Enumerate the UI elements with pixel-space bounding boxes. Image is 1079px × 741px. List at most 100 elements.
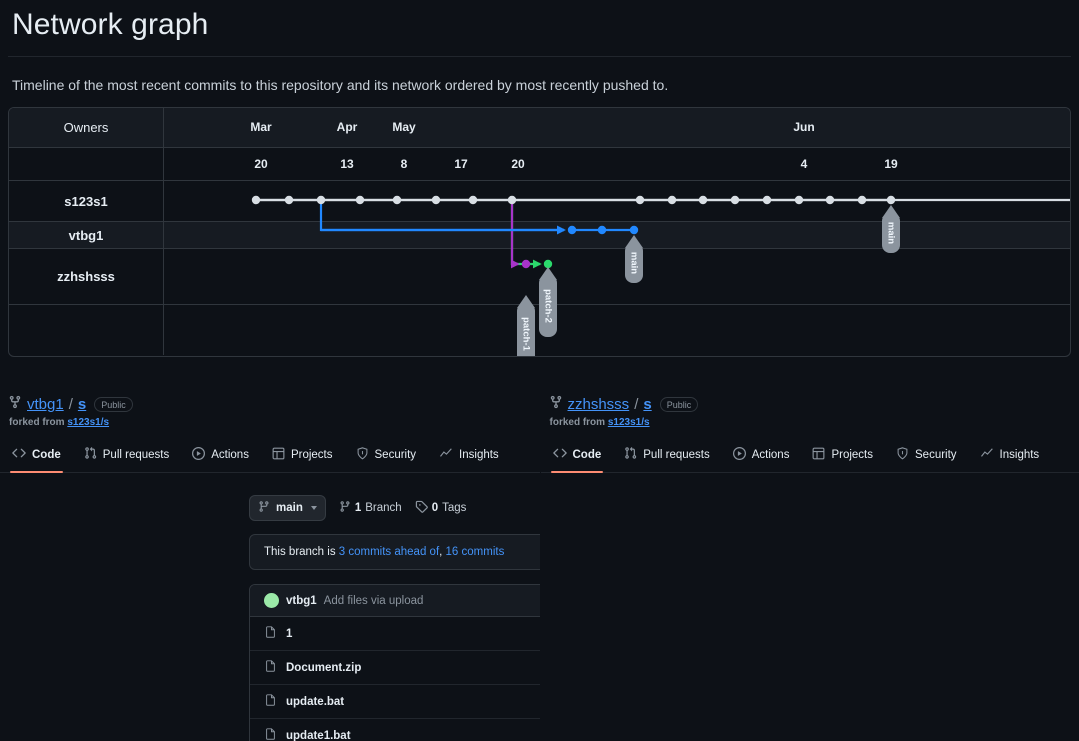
owner-name[interactable]: s123s1 xyxy=(9,181,164,221)
branch-icon xyxy=(339,500,351,516)
forked-from: forked from s123s1/s xyxy=(549,417,1072,428)
month-label: Jun xyxy=(793,120,815,134)
play-icon xyxy=(732,447,746,463)
tab-label: Projects xyxy=(290,449,333,461)
owners-column-header: Owners xyxy=(9,108,164,147)
tab-label: Insights xyxy=(999,449,1040,461)
file-row[interactable]: 1 xyxy=(250,617,540,651)
file-icon xyxy=(264,625,277,642)
owner-row-s123s1: s123s1 xyxy=(9,181,1070,222)
repo-separator: / xyxy=(634,395,639,413)
graph-icon xyxy=(439,447,453,463)
owner-name[interactable]: vtbg1 xyxy=(9,222,164,248)
network-graph-section: Network graph Timeline of the most recen… xyxy=(0,0,1079,357)
shield-icon xyxy=(356,447,369,463)
page-description: Timeline of the most recent commits to t… xyxy=(12,77,669,93)
month-label: Apr xyxy=(336,120,358,134)
file-row[interactable]: Document.zip xyxy=(250,651,540,685)
branch-selector-button[interactable]: main xyxy=(249,495,326,521)
banner-link-1[interactable]: 3 commits ahead of xyxy=(339,546,439,558)
file-row[interactable]: update1.bat xyxy=(250,719,540,741)
owner-row-empty xyxy=(9,305,1070,355)
forked-from-link[interactable]: s123s1/s xyxy=(67,417,109,428)
code-icon xyxy=(552,446,567,463)
tab-pull-requests[interactable]: Pull requests xyxy=(622,442,711,472)
tab-code[interactable]: Code xyxy=(10,442,63,473)
tab-label: Actions xyxy=(751,449,790,461)
tab-label: Code xyxy=(32,448,61,461)
owner-name[interactable]: zzhshsss xyxy=(9,249,164,304)
code-icon xyxy=(12,446,26,463)
tab-projects[interactable]: Projects xyxy=(270,443,335,472)
owner-track xyxy=(164,249,1070,304)
repo-nav: Code Pull requests Actions Projects Secu… xyxy=(0,442,540,473)
tag-count-label: Tags xyxy=(442,502,467,514)
owner-row-zzhshsss: zzhshsss xyxy=(9,249,1070,305)
tab-pull-requests[interactable]: Pull requests xyxy=(82,442,171,472)
commit-message[interactable]: Add files via upload xyxy=(324,595,424,607)
month-label: May xyxy=(392,120,416,134)
owner-track xyxy=(164,305,1070,355)
tab-actions[interactable]: Actions xyxy=(731,443,792,472)
branch-count-value: 1 xyxy=(354,502,362,514)
tab-label: Insights xyxy=(459,449,499,461)
chevron-down-icon xyxy=(310,506,317,510)
play-icon xyxy=(192,447,206,463)
day-label: 20 xyxy=(254,157,268,171)
repo-owner-link[interactable]: zzhshsss xyxy=(568,396,630,413)
branch-controls: main 1 Branch 0 Tags xyxy=(249,495,540,521)
repo-name-link[interactable]: s xyxy=(78,396,86,413)
tab-security[interactable]: Security xyxy=(354,443,419,472)
file-name: update1.bat xyxy=(286,729,351,741)
file-name: update.bat xyxy=(286,695,345,708)
pull-request-icon xyxy=(84,446,97,463)
file-row[interactable]: update.bat xyxy=(250,685,540,719)
fork-icon xyxy=(8,394,22,414)
forked-from-label: forked from xyxy=(9,417,65,428)
visibility-badge: Public xyxy=(94,396,133,412)
page-title: Network graph xyxy=(12,8,209,41)
month-axis: Mar Apr May Jun xyxy=(164,108,1070,147)
banner-link-2[interactable]: 16 commits xyxy=(446,546,505,558)
day-label: 17 xyxy=(454,157,468,171)
repo-separator: / xyxy=(68,395,73,413)
day-label: 19 xyxy=(884,157,898,171)
visibility-badge: Public xyxy=(659,396,699,412)
forked-from: forked from s123s1/s xyxy=(8,417,532,428)
repo-title: zzhshsss / s Public xyxy=(549,394,1072,414)
repo-main: main 1 Branch 0 Tags This branch is 3 co… xyxy=(0,473,540,741)
tab-code[interactable]: Code xyxy=(550,442,604,473)
file-icon xyxy=(264,659,277,676)
day-label: 8 xyxy=(400,157,408,171)
latest-commit-row: vtbg1 Add files via upload xyxy=(250,585,540,617)
forked-from-link[interactable]: s123s1/s xyxy=(608,417,650,428)
repo-panel-zzhshsss: zzhshsss / s Public forked from s123s1/s… xyxy=(539,388,1079,741)
branch-icon xyxy=(258,500,270,516)
repo-nav: Code Pull requests Actions Projects Secu… xyxy=(540,442,1079,473)
tag-count[interactable]: 0 Tags xyxy=(415,500,467,516)
tab-label: Pull requests xyxy=(643,448,710,461)
tab-label: Code xyxy=(572,448,602,461)
file-name: Document.zip xyxy=(286,661,362,674)
owner-track xyxy=(164,181,1070,221)
repo-header: zzhshsss / s Public forked from s123s1/s xyxy=(541,388,1079,428)
tab-insights[interactable]: Insights xyxy=(437,443,501,472)
shield-icon xyxy=(896,447,909,463)
graph-owner-rows: s123s1 vtbg1 zzhshsss xyxy=(9,181,1070,355)
day-label: 20 xyxy=(511,157,525,171)
repo-name-link[interactable]: s xyxy=(643,396,651,413)
tab-actions[interactable]: Actions xyxy=(190,443,251,472)
commit-author[interactable]: vtbg1 xyxy=(286,595,317,607)
file-name: 1 xyxy=(286,627,293,640)
repo-panels: vtbg1 / s Public forked from s123s1/s Co… xyxy=(0,388,1079,741)
branch-count[interactable]: 1 Branch xyxy=(339,500,402,516)
repo-owner-link[interactable]: vtbg1 xyxy=(27,396,64,413)
tab-insights[interactable]: Insights xyxy=(978,443,1042,472)
days-owner-spacer xyxy=(9,148,164,180)
branch-selector-label: main xyxy=(276,502,303,514)
day-label: 13 xyxy=(340,157,354,171)
tab-projects[interactable]: Projects xyxy=(810,443,875,472)
file-table: vtbg1 Add files via upload 1 Document.zi… xyxy=(249,584,540,741)
tab-label: Security xyxy=(374,449,417,461)
tab-security[interactable]: Security xyxy=(894,443,959,472)
